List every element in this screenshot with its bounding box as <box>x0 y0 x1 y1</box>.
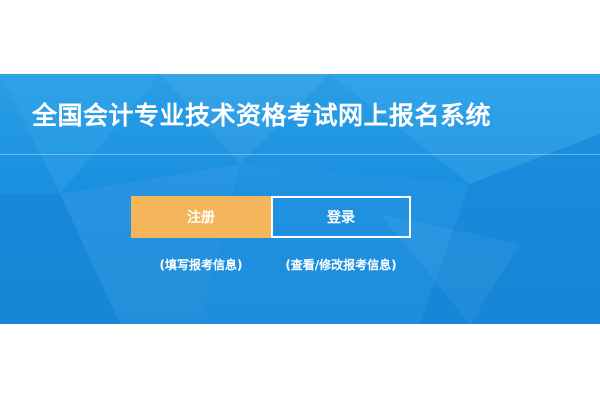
register-hint: (填写报考信息) <box>159 258 243 272</box>
page: 全国会计专业技术资格考试网上报名系统 注册 登录 (填写报考信息) (查看/修改… <box>0 0 600 400</box>
login-hint: (查看/修改报考信息) <box>285 258 397 272</box>
register-button[interactable]: 注册 <box>131 196 271 238</box>
title-divider <box>0 154 600 155</box>
login-button[interactable]: 登录 <box>271 196 411 238</box>
page-title: 全国会计专业技术资格考试网上报名系统 <box>32 101 492 130</box>
hero-banner: 全国会计专业技术资格考试网上报名系统 注册 登录 (填写报考信息) (查看/修改… <box>0 74 600 324</box>
